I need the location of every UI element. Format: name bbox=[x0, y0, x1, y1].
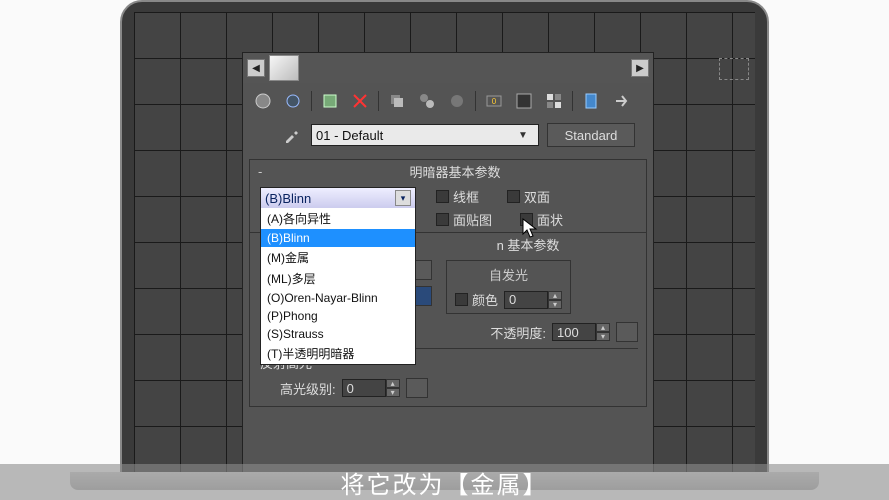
side-toolbox bbox=[719, 58, 749, 80]
rollup-header[interactable]: - 明暗器基本参数 bbox=[250, 160, 646, 183]
chevron-down-icon: ▾ bbox=[395, 190, 411, 206]
rollup-title-text: 明暗器基本参数 bbox=[272, 162, 638, 181]
material-id-icon[interactable]: 0 bbox=[482, 89, 506, 113]
material-editor-panel: ◀ ▶ 0 bbox=[242, 52, 654, 478]
shader-type-dropdown[interactable]: (B)Blinn ▾ (A)各向异性 (B)Blinn (M)金属 (ML)多层… bbox=[260, 187, 416, 365]
show-in-viewport-icon[interactable] bbox=[512, 89, 536, 113]
self-illumination-group: 自发光 颜色 0 ▴▾ bbox=[446, 260, 571, 314]
checkbox-wire[interactable]: 线框 bbox=[436, 187, 479, 206]
assign-icon[interactable] bbox=[318, 89, 342, 113]
eyedropper-icon[interactable] bbox=[281, 124, 303, 146]
self-illum-title: 自发光 bbox=[455, 265, 562, 284]
material-name-row: 01 - Default ▼ Standard bbox=[243, 119, 653, 155]
screen: ◀ ▶ 0 bbox=[134, 12, 755, 476]
opacity-label: 不透明度: bbox=[490, 323, 546, 342]
shader-option[interactable]: (B)Blinn bbox=[261, 229, 415, 247]
swatch-nav-row: ◀ ▶ bbox=[243, 53, 653, 83]
material-swatch[interactable] bbox=[269, 55, 299, 81]
laptop-frame: ◀ ▶ 0 bbox=[120, 0, 769, 478]
material-type-button[interactable]: Standard bbox=[547, 123, 635, 147]
go-forward-icon[interactable] bbox=[609, 89, 633, 113]
shader-option[interactable]: (T)半透明明暗器 bbox=[261, 343, 415, 364]
self-illum-spinner[interactable]: 0 ▴▾ bbox=[504, 291, 562, 309]
shader-dropdown-header[interactable]: (B)Blinn ▾ bbox=[261, 188, 415, 208]
material-name-text: 01 - Default bbox=[316, 128, 383, 143]
checkbox-two-sided[interactable]: 双面 bbox=[507, 187, 550, 206]
delete-icon[interactable] bbox=[348, 89, 372, 113]
separator bbox=[311, 91, 312, 111]
material-toolbar: 0 bbox=[243, 83, 653, 119]
show-end-result-icon[interactable] bbox=[542, 89, 566, 113]
dropdown-arrow-icon: ▼ bbox=[518, 130, 534, 141]
specular-level-spinner[interactable]: 0 ▴▾ bbox=[342, 379, 400, 397]
prev-swatch-button[interactable]: ◀ bbox=[247, 59, 265, 77]
svg-text:0: 0 bbox=[492, 97, 497, 106]
shader-option[interactable]: (O)Oren-Nayar-Blinn bbox=[261, 289, 415, 307]
checkbox-color[interactable]: 颜色 bbox=[455, 290, 498, 309]
put-to-library-icon[interactable] bbox=[445, 89, 469, 113]
put-to-scene-icon[interactable] bbox=[281, 89, 305, 113]
make-unique-icon[interactable] bbox=[415, 89, 439, 113]
separator bbox=[572, 91, 573, 111]
shader-option[interactable]: (A)各向异性 bbox=[261, 208, 415, 229]
shader-option[interactable]: (P)Phong bbox=[261, 307, 415, 325]
go-parent-icon[interactable] bbox=[579, 89, 603, 113]
shader-option[interactable]: (ML)多层 bbox=[261, 268, 415, 289]
opacity-map-button[interactable] bbox=[616, 322, 638, 342]
shader-selected: (B)Blinn bbox=[265, 191, 311, 206]
next-swatch-button[interactable]: ▶ bbox=[631, 59, 649, 77]
separator bbox=[475, 91, 476, 111]
get-material-icon[interactable] bbox=[251, 89, 275, 113]
shader-option[interactable]: (M)金属 bbox=[261, 247, 415, 268]
copy-icon[interactable] bbox=[385, 89, 409, 113]
specular-level-label: 高光级别: bbox=[280, 379, 336, 398]
separator bbox=[378, 91, 379, 111]
subtitle-caption: 将它改为【金属】 bbox=[0, 464, 889, 500]
shade-options: 线框 双面 面贴图 面状 bbox=[436, 187, 563, 229]
spacer bbox=[303, 55, 627, 81]
checkbox-face-map[interactable]: 面贴图 bbox=[436, 210, 492, 229]
opacity-spinner[interactable]: 100 ▴▾ bbox=[552, 323, 610, 341]
material-name-dropdown[interactable]: 01 - Default ▼ bbox=[311, 124, 539, 146]
checkbox-faceted[interactable]: 面状 bbox=[520, 210, 563, 229]
shader-option-list: (A)各向异性 (B)Blinn (M)金属 (ML)多层 (O)Oren-Na… bbox=[261, 208, 415, 364]
shader-option[interactable]: (S)Strauss bbox=[261, 325, 415, 343]
specular-level-map-button[interactable] bbox=[406, 378, 428, 398]
collapse-icon: - bbox=[258, 164, 272, 179]
